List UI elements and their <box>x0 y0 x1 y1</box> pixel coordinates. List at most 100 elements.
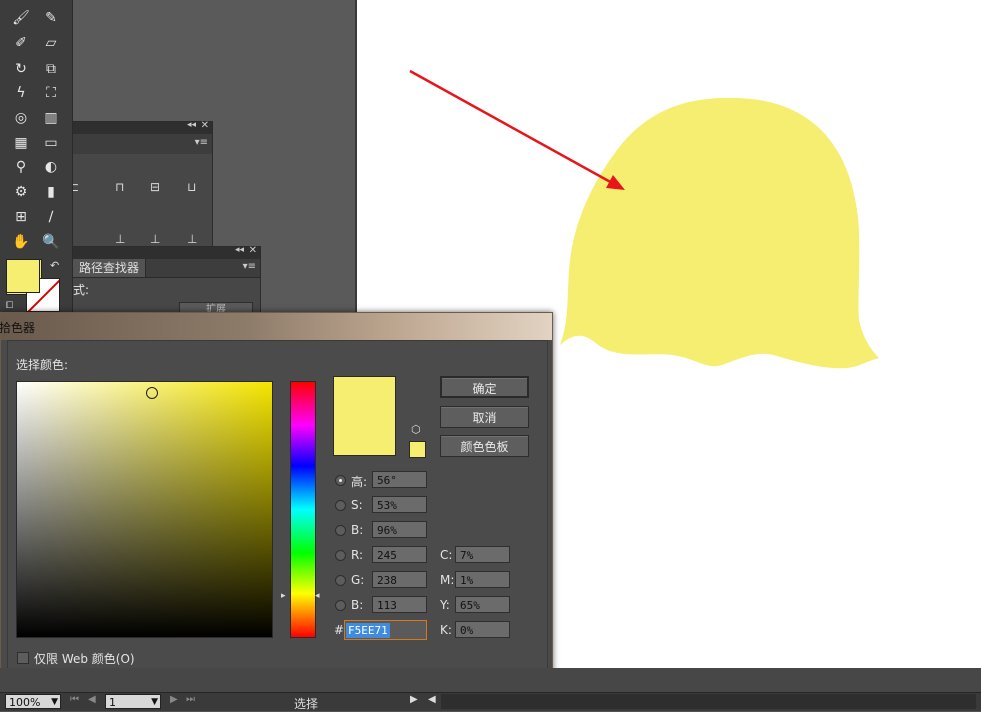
tab-pathfinder[interactable]: 路径查找器 <box>73 259 147 277</box>
ok-button[interactable]: 确定 <box>440 376 529 398</box>
pencil-icon[interactable]: ✎ <box>40 8 62 28</box>
eyedropper-icon[interactable]: ⚲ <box>10 157 32 177</box>
last-page-icon[interactable]: ⏭ <box>186 694 195 705</box>
radio-blue[interactable] <box>335 600 346 611</box>
fill-color[interactable] <box>6 259 40 293</box>
panel-menu-icon[interactable]: ▾≡ <box>243 261 256 272</box>
black-label: K: <box>440 623 452 637</box>
horizontal-scrollbar[interactable] <box>441 694 976 709</box>
distribute-bottom-icon[interactable]: ⊥ <box>187 232 197 246</box>
collapse-icon[interactable]: ◂◂ <box>187 120 196 130</box>
chevron-down-icon[interactable]: ▼ <box>151 695 158 710</box>
color-field[interactable] <box>16 381 273 638</box>
scroll-left-icon[interactable]: ◀ <box>428 694 436 705</box>
red-arrow-line <box>409 69 615 186</box>
scale-icon[interactable]: ⧉ <box>40 59 62 79</box>
gradient-icon[interactable]: ▭ <box>40 133 62 153</box>
paintbrush-icon[interactable]: 🖌 <box>10 8 32 28</box>
hue-slider[interactable] <box>290 381 316 638</box>
page-select[interactable]: 1 ▼ <box>105 694 161 709</box>
pathfinder-tabbar: 路径查找器 ▾≡ <box>61 259 260 278</box>
saturation-label: S: <box>351 498 363 512</box>
close-icon[interactable]: ✕ <box>201 120 209 131</box>
red-field[interactable]: 245 <box>372 546 427 563</box>
close-icon[interactable]: ✕ <box>249 245 257 256</box>
blob-brush-icon[interactable]: ✐ <box>10 33 32 53</box>
warp-icon[interactable]: ϟ <box>10 83 32 103</box>
radio-saturation[interactable] <box>335 500 346 511</box>
hue-slider-left-handle[interactable]: ▸ <box>281 591 286 601</box>
blue-field[interactable]: 113 <box>372 596 427 613</box>
dialog-titlebar[interactable]: 拾色器 <box>0 313 552 340</box>
radio-red[interactable] <box>335 550 346 561</box>
shape-mode-label: 式: <box>73 283 90 297</box>
column-graph-icon[interactable]: ▥ <box>40 108 62 128</box>
collapse-icon[interactable]: ◂◂ <box>235 245 244 255</box>
red-label: R: <box>351 548 364 562</box>
pathfinder-panel: ◂◂ ✕ 路径查找器 ▾≡ 式: 扩展 <box>60 245 261 318</box>
status-bar: 100% ▼ ⏮ ◀ 1 ▼ ▶ ⏭ 选择 ▶ ◀ <box>0 692 981 711</box>
web-only-label: 仅限 Web 颜色(O) <box>34 652 135 666</box>
hue-slider-right-handle[interactable]: ◂ <box>315 591 320 601</box>
align-bottom-icon[interactable]: ⊔ <box>187 180 196 194</box>
horizontal-scroll-area <box>0 668 981 692</box>
brightness-field[interactable]: 96% <box>372 521 427 538</box>
hue-label: 高: <box>351 475 368 489</box>
black-field[interactable]: 0% <box>455 621 510 638</box>
color-preview <box>333 376 396 456</box>
yellow-label: Y: <box>440 598 450 612</box>
free-transform-icon[interactable]: ⛶ <box>40 83 62 103</box>
artboard-icon[interactable]: ⊞ <box>10 207 32 227</box>
status-mode-text: 选择 <box>294 697 319 711</box>
mesh-icon[interactable]: ▦ <box>10 133 32 153</box>
blend-icon[interactable]: ◐ <box>40 157 62 177</box>
panel-menu-icon[interactable]: ▾≡ <box>195 137 208 148</box>
status-menu-icon[interactable]: ▶ <box>410 694 418 705</box>
green-field[interactable]: 238 <box>372 571 427 588</box>
distribute-center-icon[interactable]: ⊥ <box>150 232 160 246</box>
brightness-label: B: <box>351 523 364 537</box>
out-of-gamut-icon[interactable]: ⬡ <box>411 423 421 436</box>
yellow-field[interactable]: 65% <box>455 596 510 613</box>
hue-field[interactable]: 56° <box>372 471 427 488</box>
default-colors-icon[interactable]: ⧠ <box>6 301 13 311</box>
align-vcenter-icon[interactable]: ⊟ <box>150 180 160 194</box>
chevron-down-icon[interactable]: ▼ <box>51 695 58 710</box>
cyan-label: C: <box>440 548 453 562</box>
align-panel-header: ◂◂ ✕ <box>61 120 212 134</box>
magenta-field[interactable]: 1% <box>455 571 510 588</box>
hex-field[interactable]: F5EE71 <box>344 620 427 640</box>
yellow-dome-shape[interactable] <box>560 97 879 369</box>
align-panel: ◂◂ ✕ ▾≡ ⊏ ⊓ ⊟ ⊔ ⊥ ⊥ ⊥ <box>60 120 213 258</box>
symbol-icon[interactable]: ⚙ <box>10 182 32 202</box>
rotate-icon[interactable]: ↻ <box>10 59 32 79</box>
previous-page-icon[interactable]: ◀ <box>88 694 96 705</box>
gamut-color-swatch[interactable] <box>409 441 426 458</box>
blue-label: B: <box>351 598 364 612</box>
radio-brightness[interactable] <box>335 525 346 536</box>
web-only-checkbox[interactable] <box>17 652 29 664</box>
first-page-icon[interactable]: ⏮ <box>70 694 79 705</box>
align-top-icon[interactable]: ⊓ <box>115 180 124 194</box>
zoom-icon[interactable]: 🔍 <box>40 232 62 252</box>
swap-fill-stroke-icon[interactable]: ↶ <box>50 259 59 272</box>
zoom-select[interactable]: 100% ▼ <box>5 694 61 709</box>
symbol-sprayer-icon[interactable]: ◎ <box>10 108 32 128</box>
dialog-title: 拾色器 <box>0 321 36 335</box>
cyan-field[interactable]: 7% <box>455 546 510 563</box>
saturation-field[interactable]: 53% <box>372 496 427 513</box>
zoom-value: 100% <box>9 696 41 709</box>
color-swatches-button[interactable]: 颜色色板 <box>440 435 529 457</box>
hex-label: # <box>334 623 345 637</box>
chart-icon[interactable]: ▮ <box>40 182 62 202</box>
hand-icon[interactable]: ✋ <box>10 232 32 252</box>
eraser-icon[interactable]: ▱ <box>40 33 62 53</box>
distribute-icon[interactable]: ⊥ <box>115 232 125 246</box>
next-page-icon[interactable]: ▶ <box>170 694 178 705</box>
radio-green[interactable] <box>335 575 346 586</box>
green-label: G: <box>351 573 365 587</box>
radio-hue[interactable] <box>335 475 346 486</box>
knife-icon[interactable]: ∕ <box>40 207 62 227</box>
cancel-button[interactable]: 取消 <box>440 406 529 428</box>
color-field-cursor[interactable] <box>146 387 158 399</box>
